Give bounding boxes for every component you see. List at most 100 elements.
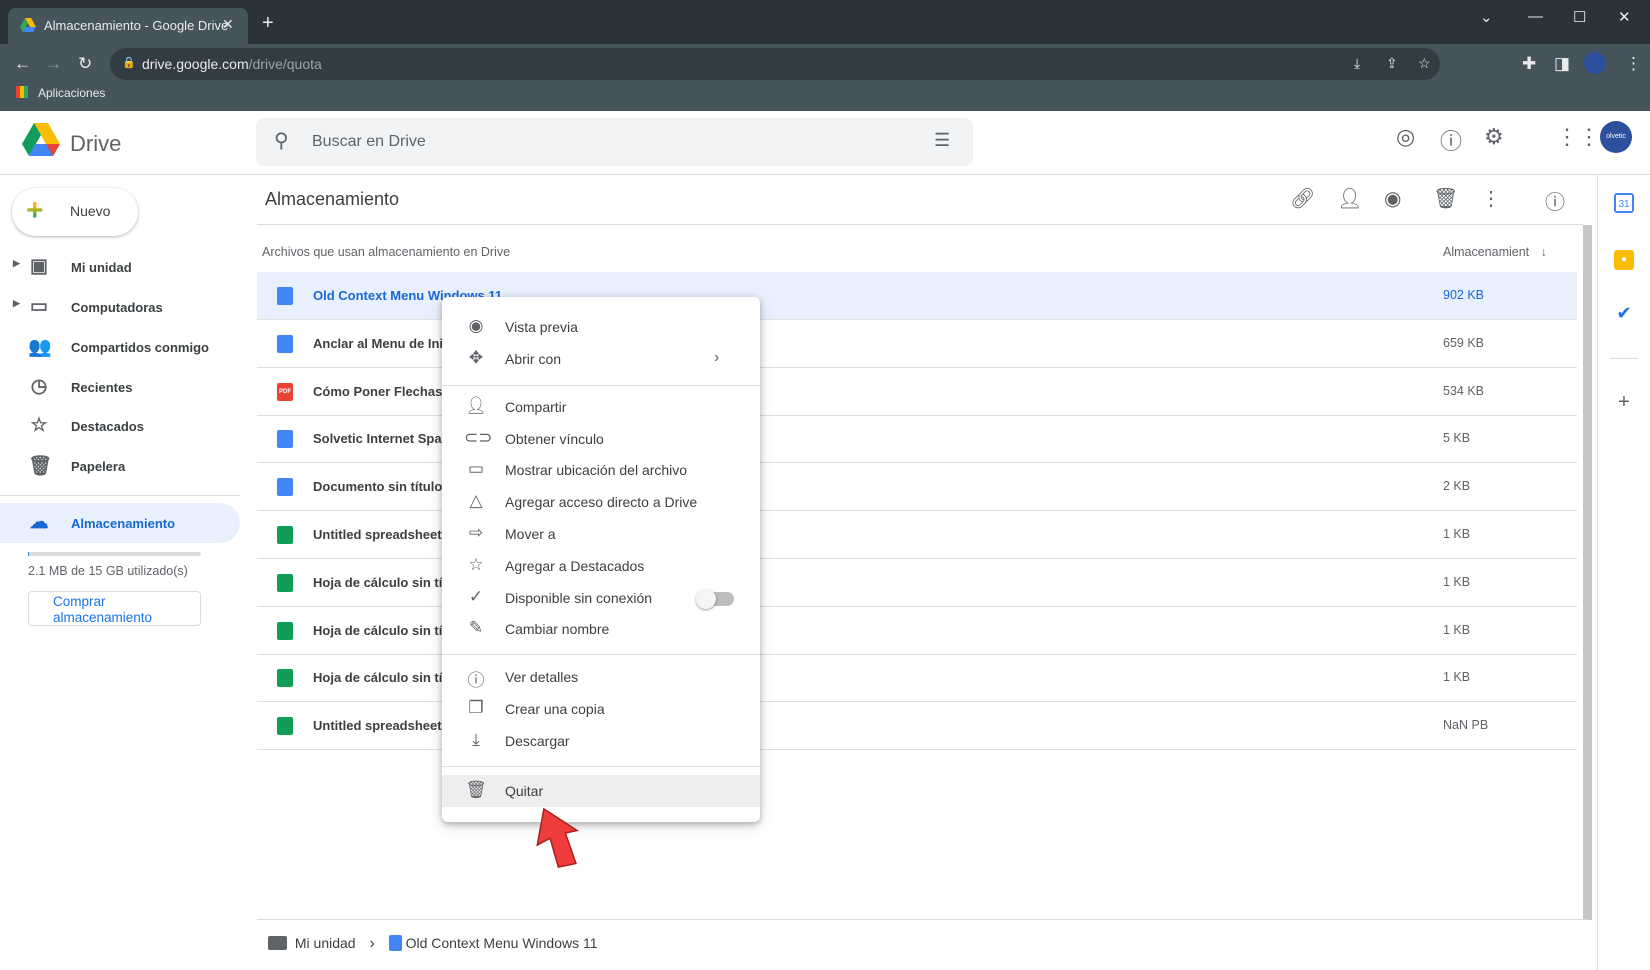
- menu-item-quitar[interactable]: 🗑︎ Quitar: [442, 775, 760, 807]
- pencil-icon: ✎: [468, 618, 484, 637]
- star-bookmark-icon[interactable]: ☆: [1418, 55, 1431, 72]
- doc-file-icon: [277, 287, 293, 305]
- expand-arrow-icon[interactable]: ▶: [13, 258, 20, 269]
- file-size: 1 KB: [1443, 527, 1471, 541]
- move-folder-icon: ⇨: [468, 523, 484, 542]
- chevron-right-icon: ›: [714, 349, 720, 366]
- drive-logo-icon: [20, 18, 36, 32]
- side-apps-panel: 31 ● ✔ +: [1597, 175, 1650, 970]
- sort-arrow-down-icon[interactable]: ↓: [1541, 245, 1547, 259]
- drive-logo-icon[interactable]: [22, 123, 60, 157]
- file-name: Hoja de cálculo sin títu: [313, 574, 455, 590]
- file-size: NaN PB: [1443, 718, 1489, 733]
- new-button[interactable]: + Nuevo: [12, 188, 138, 236]
- file-size: 1 KB: [1443, 670, 1471, 685]
- browser-tab[interactable]: Almacenamiento - Google Drive: [8, 8, 248, 44]
- menu-item-disponible-sin-conexion[interactable]: ✓ Disponible sin conexión: [442, 582, 760, 614]
- offline-toggle[interactable]: [696, 589, 734, 609]
- new-label: Nuevo: [70, 203, 111, 219]
- tab-search-icon[interactable]: ⌄: [1480, 8, 1493, 26]
- keep-icon[interactable]: ●: [1614, 250, 1634, 270]
- info-icon[interactable]: ⓘ: [1545, 186, 1565, 215]
- drive-icon: ▣: [30, 256, 48, 277]
- file-name: Untitled spreadsheet: [313, 718, 442, 734]
- menu-item-crear-una-copia[interactable]: ❐ Crear una copia: [442, 693, 760, 725]
- toggle-knob: [696, 589, 716, 609]
- browser-toolbar: ← → ↻ 🔒 drive.google.com/drive/quota ☆ ⇪…: [0, 44, 1650, 111]
- expand-arrow-icon[interactable]: ▶: [13, 298, 20, 309]
- sheet-file-icon: [277, 573, 293, 592]
- menu-item-compartir[interactable]: 👤︎ Compartir: [442, 391, 760, 423]
- install-icon[interactable]: ⤓: [1354, 55, 1360, 72]
- new-tab-button[interactable]: +: [262, 12, 274, 35]
- offline-icon: ✓: [468, 587, 484, 606]
- menu-item-descargar[interactable]: ⤓ Descargar: [442, 725, 760, 757]
- tasks-icon[interactable]: ✔: [1614, 303, 1634, 323]
- share-person-icon[interactable]: 👤︎: [1337, 186, 1362, 211]
- sheet-file-icon: [277, 717, 293, 736]
- menu-item-cambiar-nombre[interactable]: ✎ Cambiar nombre: [442, 613, 760, 645]
- reload-icon[interactable]: ↻: [78, 54, 92, 74]
- close-window-icon[interactable]: ✕: [1618, 8, 1631, 26]
- sidebar-item-destacados[interactable]: ☆ Destacados: [0, 406, 240, 446]
- link-icon[interactable]: 🔗︎: [1290, 186, 1315, 211]
- breadcrumb-root[interactable]: Mi unidad: [295, 935, 356, 951]
- column-header-size[interactable]: Almacenamient ↓: [1443, 245, 1547, 259]
- tab-title: Almacenamiento - Google Drive: [44, 18, 229, 33]
- scrollbar[interactable]: [1583, 225, 1592, 920]
- buy-storage-button[interactable]: Comprar almacenamiento: [28, 591, 201, 626]
- sidebar-item-papelera[interactable]: 🗑 Papelera: [0, 446, 240, 486]
- plus-icon: +: [26, 194, 44, 227]
- settings-gear-icon[interactable]: ⚙: [1484, 124, 1504, 150]
- menu-item-mover-a[interactable]: ⇨ Mover a: [442, 518, 760, 550]
- eye-icon[interactable]: ◉: [1384, 186, 1401, 211]
- menu-item-label: Descargar: [505, 733, 570, 749]
- search-options-icon[interactable]: ☰: [934, 130, 950, 151]
- offline-ready-icon[interactable]: ◎: [1396, 124, 1415, 150]
- file-size: 1 KB: [1443, 574, 1471, 589]
- back-icon[interactable]: ←: [14, 54, 31, 74]
- menu-item-agregar-a-destacados[interactable]: ☆ Agregar a Destacados: [442, 550, 760, 582]
- maximize-icon[interactable]: ☐: [1573, 8, 1586, 26]
- address-bar[interactable]: 🔒 drive.google.com/drive/quota ☆ ⇪ ⤓: [110, 48, 1440, 80]
- add-addon-icon[interactable]: +: [1614, 392, 1634, 412]
- sidebar-item-recientes[interactable]: ◷ Recientes: [0, 367, 240, 407]
- extensions-icon[interactable]: ✚: [1522, 54, 1536, 74]
- sidebar-item-mi-unidad[interactable]: ▶ ▣ Mi unidad: [0, 247, 240, 287]
- sidebar: + Nuevo ▶ ▣ Mi unidad ▶ ▭ Computadoras 👥 Comp…: [0, 175, 250, 970]
- menu-item-mostrar-ubicacion-del-archivo[interactable]: ▭ Mostrar ubicación del archivo: [442, 454, 760, 486]
- file-name: Anclar al Menu de Inic: [313, 335, 451, 351]
- sidebar-item-almacenamiento[interactable]: ☁ Almacenamiento: [0, 503, 240, 543]
- share-icon[interactable]: ⇪: [1386, 55, 1398, 72]
- account-avatar[interactable]: olvetic: [1600, 121, 1632, 153]
- divider: [257, 224, 1583, 225]
- minimize-icon[interactable]: —: [1528, 8, 1543, 25]
- breadcrumb-file[interactable]: Old Context Menu Windows 11: [406, 935, 598, 951]
- search-placeholder: Buscar en Drive: [312, 133, 426, 150]
- calendar-icon[interactable]: 31: [1614, 193, 1634, 213]
- pdf-file-icon: PDF: [277, 382, 293, 401]
- storage-quota-bar: [28, 552, 201, 556]
- google-apps-icon[interactable]: ⋮⋮: [1556, 124, 1600, 150]
- menu-item-agregar-acceso-directo-a-drive[interactable]: △ Agregar acceso directo a Drive: [442, 486, 760, 518]
- sidebar-item-computadoras[interactable]: ▶ ▭ Computadoras: [0, 287, 240, 327]
- search-input[interactable]: ⚲ Buscar en Drive ☰: [256, 118, 973, 166]
- profile-avatar[interactable]: [1584, 52, 1606, 74]
- more-vert-icon[interactable]: ⋮: [1481, 186, 1501, 211]
- star-icon: ☆: [468, 555, 484, 574]
- menu-item-obtener-vinculo[interactable]: ⊂⊃ Obtener vínculo: [442, 423, 760, 455]
- menu-item-ver-detalles[interactable]: ⓘ Ver detalles: [442, 661, 760, 693]
- people-icon: 👥: [28, 337, 52, 358]
- trash-icon[interactable]: 🗑︎: [1433, 186, 1458, 211]
- close-tab-icon[interactable]: ✕: [222, 16, 234, 33]
- forward-icon[interactable]: →: [45, 54, 62, 74]
- menu-item-label: Mover a: [505, 526, 556, 542]
- help-icon[interactable]: ⓘ: [1440, 124, 1462, 156]
- bookmark-aplicaciones[interactable]: Aplicaciones: [38, 86, 105, 100]
- browser-menu-icon[interactable]: ⋮: [1625, 54, 1642, 74]
- menu-item-vista-previa[interactable]: ◉ Vista previa: [442, 311, 760, 343]
- file-size: 2 KB: [1443, 479, 1471, 494]
- sidebar-item-compartidos[interactable]: 👥 Compartidos conmigo: [0, 327, 240, 367]
- menu-item-abrir-con[interactable]: ✥ Abrir con ›: [442, 343, 760, 375]
- side-panel-icon[interactable]: ◨: [1554, 54, 1570, 74]
